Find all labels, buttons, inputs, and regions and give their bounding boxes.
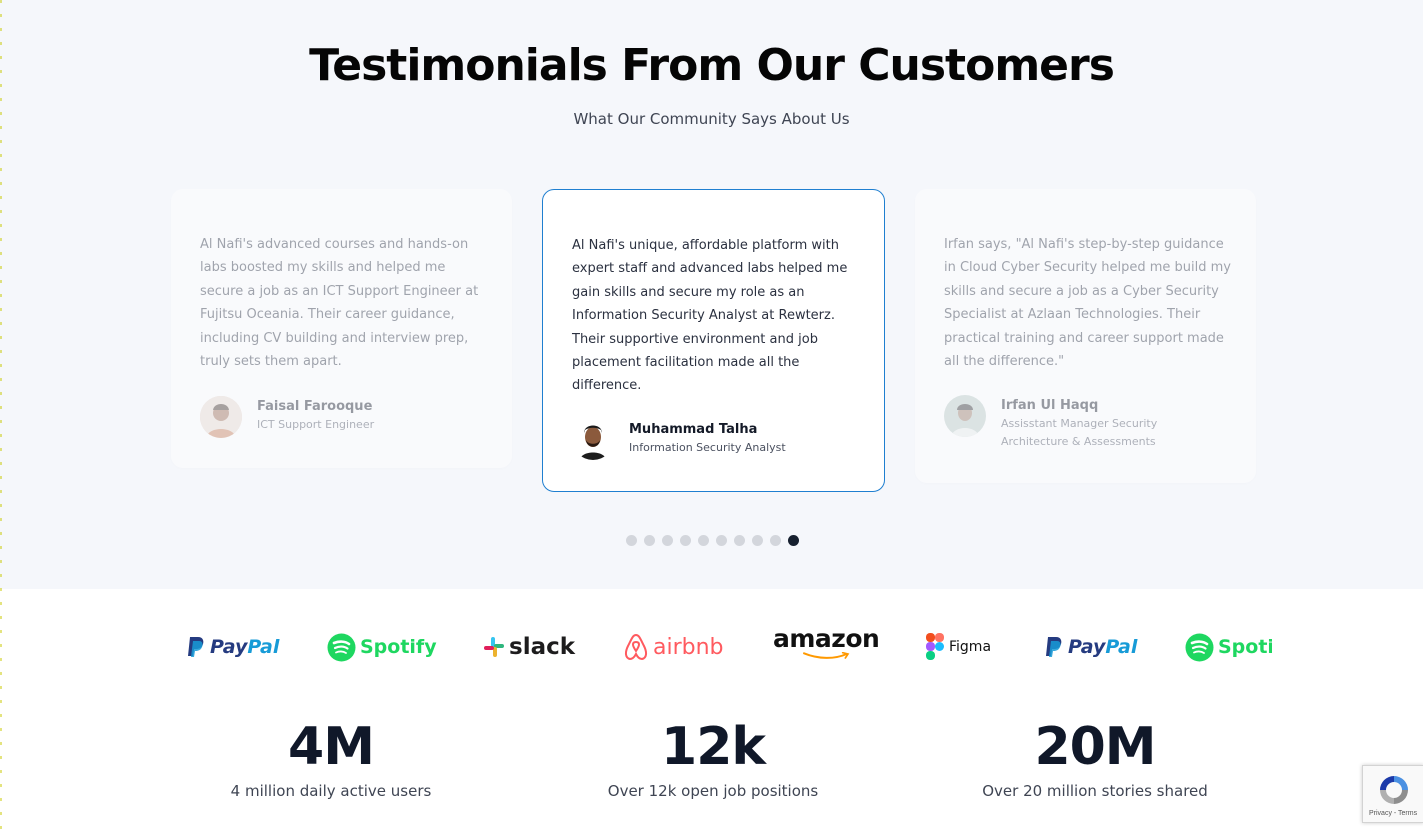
stat-label: Over 12k open job positions	[607, 782, 819, 800]
pagination-dot[interactable]	[698, 535, 709, 546]
pagination-dot-active[interactable]	[788, 535, 799, 546]
pagination-dot[interactable]	[644, 535, 655, 546]
pagination-dot[interactable]	[626, 535, 637, 546]
partner-logos: PayPal Spotify slack airbnb amazon Figma…	[170, 622, 1272, 672]
pagination-dot[interactable]	[734, 535, 745, 546]
avatar	[944, 395, 986, 437]
paypal-logo: PayPal	[186, 630, 279, 664]
stat-item: 4M 4 million daily active users	[141, 716, 521, 800]
testimonial-card[interactable]: Irfan says, "Al Nafi's step-by-step guid…	[915, 189, 1256, 483]
stat-label: Over 20 million stories shared	[982, 782, 1208, 800]
stat-label: 4 million daily active users	[230, 782, 432, 800]
recaptcha-icon	[1380, 776, 1408, 804]
testimonial-author: Irfan Ul Haqq Assisstant Manager Securit…	[944, 395, 1191, 451]
recaptcha-badge[interactable]: Privacy - Terms	[1362, 765, 1423, 823]
testimonial-quote: Al Nafi's advanced courses and hands-on …	[200, 237, 479, 370]
pagination-dot[interactable]	[716, 535, 727, 546]
avatar	[200, 396, 242, 438]
spotify-icon	[327, 633, 356, 661]
spotify-logo: Spotify	[1185, 630, 1272, 664]
stat-item: 20M Over 20 million stories shared	[905, 716, 1285, 800]
carousel-pagination	[626, 535, 799, 546]
page-edge-marker	[0, 0, 2, 833]
section-subtitle: What Our Community Says About Us	[573, 110, 850, 128]
testimonial-card-active[interactable]: Al Nafi's unique, affordable platform wi…	[542, 189, 885, 492]
airbnb-logo: airbnb	[622, 630, 724, 664]
figma-icon	[926, 633, 944, 660]
pagination-dot[interactable]	[770, 535, 781, 546]
paypal-icon	[1046, 637, 1062, 657]
pagination-dot[interactable]	[680, 535, 691, 546]
paypal-icon	[188, 637, 204, 657]
figma-logo: Figma	[926, 630, 991, 664]
author-role: Information Security Analyst	[629, 441, 786, 454]
slack-logo: slack	[482, 630, 575, 664]
stat-value: 4M	[288, 717, 375, 777]
paypal-logo: PayPal	[1044, 630, 1137, 664]
stat-value: 20M	[1034, 717, 1156, 777]
slack-icon	[484, 637, 504, 657]
author-name: Faisal Farooque	[257, 399, 373, 414]
amazon-smile-icon	[803, 652, 850, 659]
spotify-logo: Spotify	[327, 630, 437, 664]
author-name: Irfan Ul Haqq	[1001, 398, 1099, 413]
section-title: Testimonials From Our Customers	[309, 40, 1115, 91]
recaptcha-links[interactable]: Privacy - Terms	[1369, 810, 1417, 817]
author-name: Muhammad Talha	[629, 422, 758, 437]
stat-value: 12k	[661, 717, 766, 777]
testimonial-quote: Al Nafi's unique, affordable platform wi…	[572, 238, 848, 394]
stat-item: 12k Over 12k open job positions	[523, 716, 903, 800]
spotify-icon	[1185, 633, 1214, 661]
pagination-dot[interactable]	[752, 535, 763, 546]
testimonials-section: Testimonials From Our Customers What Our…	[0, 0, 1423, 589]
author-role: Assisstant Manager Security Architecture…	[1001, 417, 1158, 448]
amazon-logo: amazon	[773, 626, 880, 660]
testimonial-card[interactable]: Al Nafi's advanced courses and hands-on …	[171, 189, 512, 468]
airbnb-icon	[624, 633, 648, 661]
testimonial-author: Muhammad Talha Information Security Anal…	[572, 418, 786, 460]
testimonial-author: Faisal Farooque ICT Support Engineer	[200, 396, 374, 438]
author-role: ICT Support Engineer	[257, 418, 375, 431]
avatar	[572, 418, 614, 460]
pagination-dot[interactable]	[662, 535, 673, 546]
testimonial-quote: Irfan says, "Al Nafi's step-by-step guid…	[944, 237, 1231, 370]
